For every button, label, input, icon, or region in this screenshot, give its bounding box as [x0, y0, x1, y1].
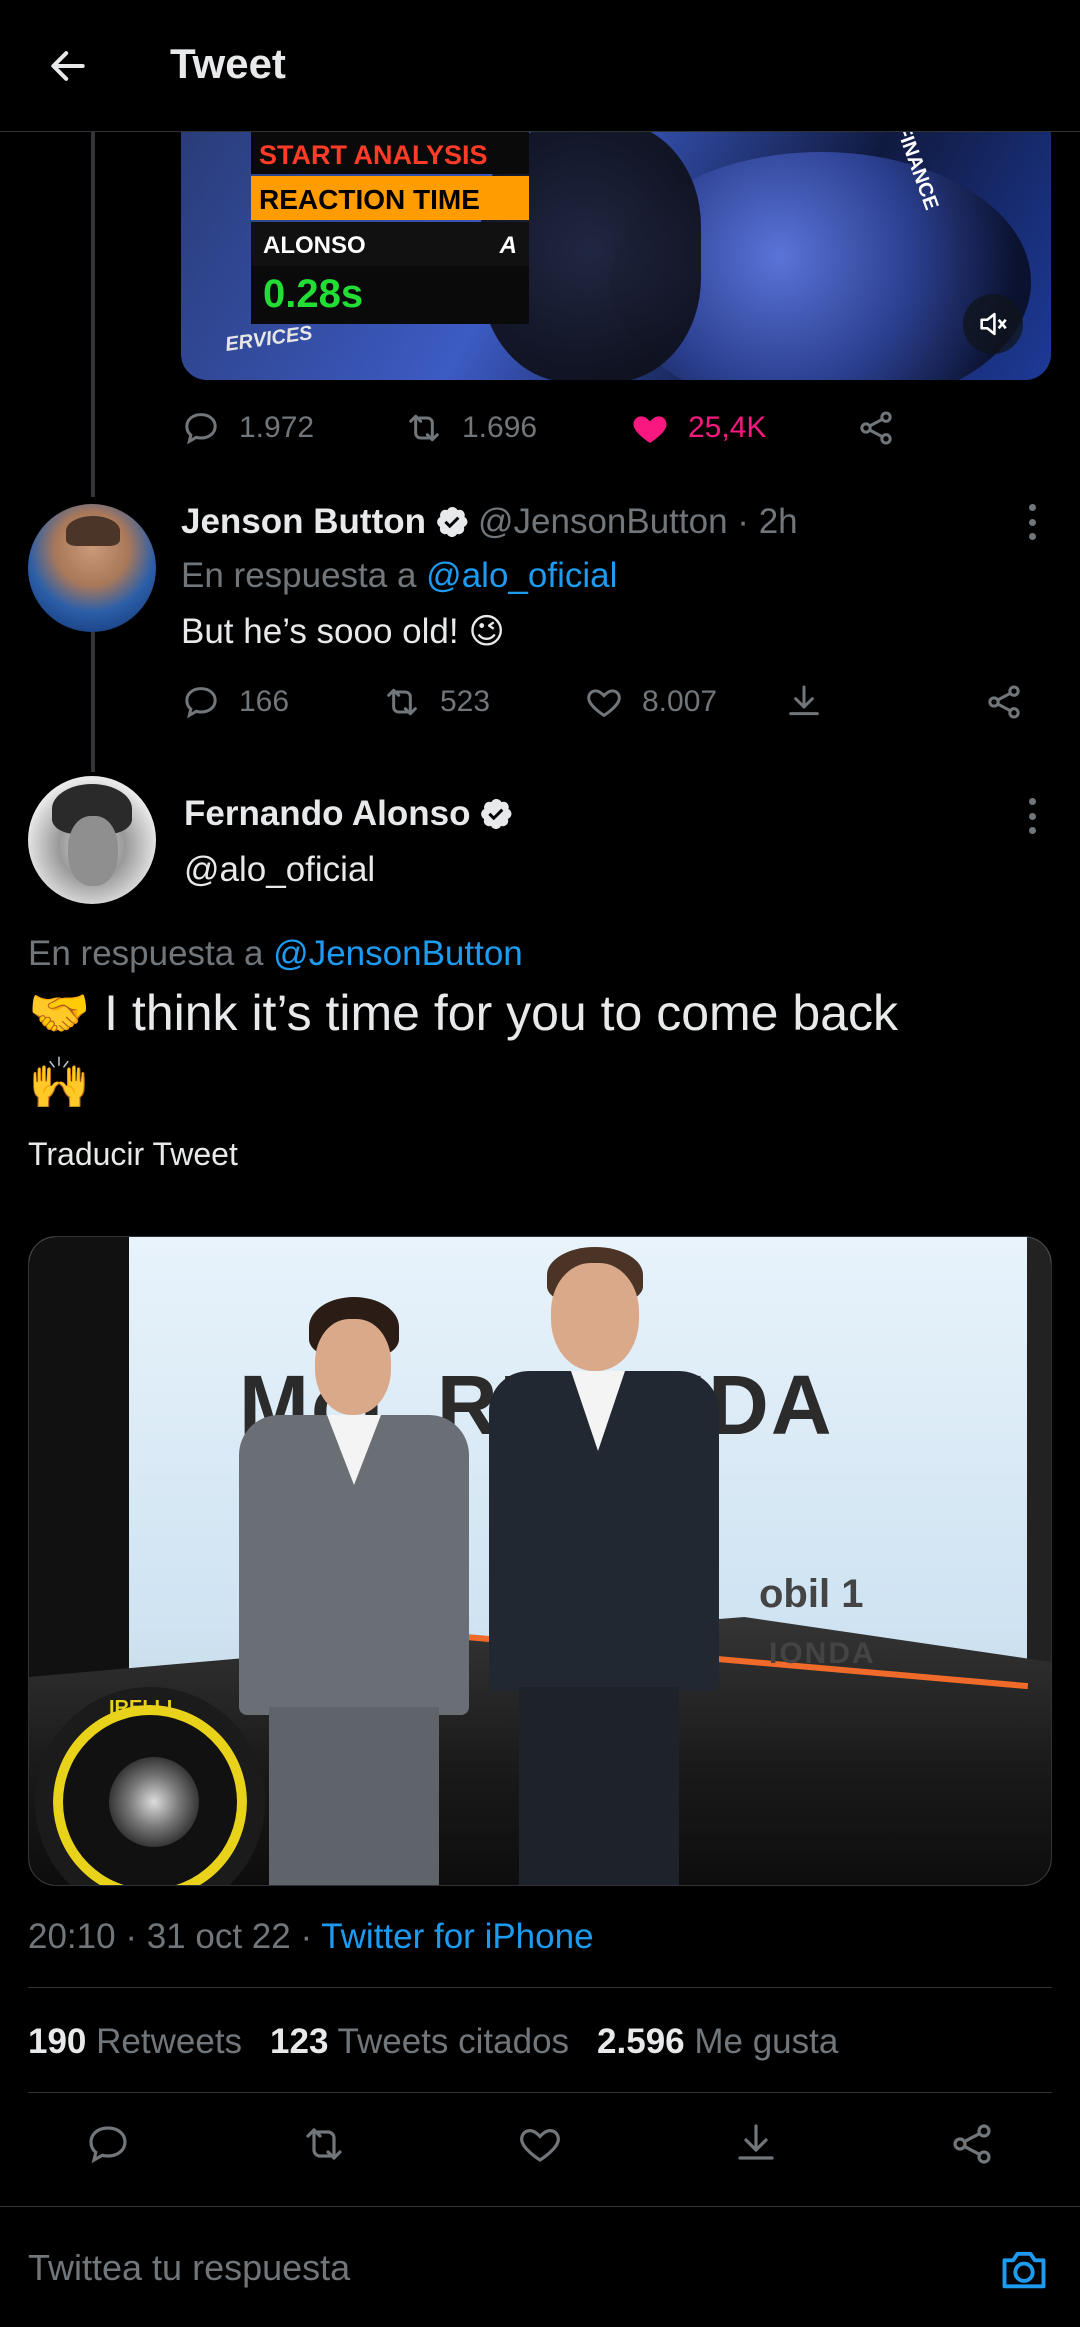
share-button[interactable] [856, 408, 896, 448]
divider [28, 2092, 1052, 2093]
tweet-photo[interactable]: McL REN NDA obil 1 IONDA IRELLI [28, 1236, 1052, 1886]
like-button[interactable]: 25,4K [630, 408, 766, 448]
thread-line [91, 132, 95, 497]
page-title: Tweet [170, 40, 286, 87]
author-handle[interactable]: @JensonButton [478, 502, 728, 542]
tweet-meta: 20:10 · 31 oct 22 · Twitter for iPhone [28, 1917, 594, 1957]
reply-count: 166 [239, 685, 290, 718]
divider [28, 1987, 1052, 1988]
mute-button[interactable] [963, 294, 1023, 354]
tweet-time: 20:10 [28, 1917, 116, 1956]
back-arrow-icon[interactable] [40, 38, 96, 94]
retweet-button[interactable]: 1.696 [404, 408, 537, 448]
photo-person-right [489, 1247, 719, 1885]
download-icon[interactable] [732, 2120, 780, 2168]
overlay-reaction-time: REACTION TIME [251, 176, 529, 220]
separator-dot: · [125, 1917, 147, 1956]
tweet-text: But he’s sooo old! 😉 [181, 612, 505, 651]
photo-person-left [239, 1297, 469, 1885]
like-count: 25,4K [688, 411, 767, 444]
main-tweet-actions [0, 2120, 1080, 2180]
verified-badge-icon [434, 504, 470, 540]
tweet-text-line-2: 🙌 [28, 1055, 91, 1111]
quotes-stat[interactable]: 123 Tweets citados [270, 2022, 569, 2062]
retweets-label: Retweets [96, 2022, 243, 2061]
verified-badge-icon [478, 796, 514, 832]
retweet-count: 1.696 [462, 411, 538, 444]
retweet-icon[interactable] [300, 2120, 348, 2168]
more-options-icon[interactable] [1026, 504, 1038, 540]
top-bar: Tweet [0, 0, 1080, 132]
author-name[interactable]: Fernando Alonso [184, 794, 470, 834]
share-icon [860, 411, 892, 445]
avatar[interactable] [28, 776, 156, 904]
reply-composer-bar [0, 2206, 1080, 2327]
tweet-source-link[interactable]: Twitter for iPhone [321, 1917, 593, 1956]
likes-stat[interactable]: 2.596 Me gusta [597, 2022, 838, 2062]
in-reply-to: En respuesta a @JensonButton [28, 934, 523, 974]
overlay-driver: ALONSO A [251, 222, 529, 266]
share-icon [988, 685, 1020, 719]
retweet-icon [409, 414, 439, 442]
photo-sponsor-text: obil 1 [759, 1572, 864, 1616]
overlay-driver-name: ALONSO [263, 232, 366, 259]
reply-icon[interactable] [84, 2120, 132, 2168]
tweet-time: 2h [758, 502, 798, 541]
muted-speaker-icon [980, 312, 1007, 336]
in-reply-handle[interactable]: @JensonButton [273, 934, 523, 973]
more-options-icon[interactable] [1026, 798, 1038, 834]
avatar-hair [66, 516, 120, 546]
reply-button[interactable]: 1.972 [181, 408, 314, 448]
like-button[interactable]: 8.007 [584, 682, 717, 722]
quotes-count: 123 [270, 2022, 329, 2061]
quotes-label: Tweets citados [337, 2022, 570, 2061]
photo-tyre-hub [109, 1757, 199, 1847]
overlay-start-analysis: START ANALYSIS [251, 132, 529, 174]
retweet-icon [387, 688, 417, 716]
author-handle[interactable]: @alo_oficial [184, 850, 375, 890]
avatar-face [68, 816, 118, 886]
avatar[interactable] [28, 504, 156, 632]
in-reply-handle[interactable]: @alo_oficial [426, 556, 617, 595]
tweet-stats: 190 Retweets 123 Tweets citados 2.596 Me… [28, 2022, 838, 2062]
tweet-date: 31 oct 22 [146, 1917, 291, 1956]
tweet-video[interactable]: START ANALYSIS REACTION TIME ALONSO A 0.… [181, 132, 1051, 380]
separator-dot: · [300, 1917, 322, 1956]
reply-button[interactable]: 166 [181, 682, 289, 722]
likes-count: 2.596 [597, 2022, 685, 2061]
download-icon [789, 685, 819, 716]
tweet-author-line: Fernando Alonso [184, 794, 522, 834]
thread-line [91, 632, 95, 772]
separator-dot: · [727, 502, 759, 541]
retweet-button[interactable]: 523 [382, 682, 490, 722]
retweets-stat[interactable]: 190 Retweets [28, 2022, 242, 2062]
heart-icon [587, 689, 621, 718]
photo-tyre-brand: IRELLI [109, 1697, 173, 1719]
author-name[interactable]: Jenson Button [181, 502, 426, 542]
overlay-team-mark: A [499, 232, 517, 259]
heart-filled-icon [633, 416, 667, 443]
share-icon[interactable] [948, 2120, 996, 2168]
in-reply-prefix: En respuesta a [28, 934, 264, 973]
in-reply-prefix: En respuesta a [181, 556, 417, 595]
reply-count: 1.972 [239, 411, 315, 444]
in-reply-to: En respuesta a @alo_oficial [181, 556, 617, 596]
likes-label: Me gusta [694, 2022, 839, 2061]
retweets-count: 190 [28, 2022, 87, 2061]
reply-input[interactable] [28, 2247, 928, 2289]
share-button[interactable] [984, 682, 1024, 722]
reply-icon [185, 687, 217, 719]
overlay-time: 0.28s [251, 266, 529, 324]
heart-icon[interactable] [516, 2120, 564, 2168]
like-count: 8.007 [642, 685, 718, 718]
reply-icon [185, 413, 217, 445]
translate-tweet-link[interactable]: Traducir Tweet [28, 1136, 238, 1173]
tweet-text-line-1: 🤝 I think it’s time for you to come back [28, 985, 898, 1041]
photo-sponsor-text-2: IONDA [769, 1637, 876, 1670]
retweet-count: 523 [440, 685, 491, 718]
tweet-author-line: Jenson Button @JensonButton · 2h [181, 502, 798, 542]
camera-icon[interactable] [998, 2243, 1050, 2295]
bookmark-download-button[interactable] [784, 682, 824, 722]
